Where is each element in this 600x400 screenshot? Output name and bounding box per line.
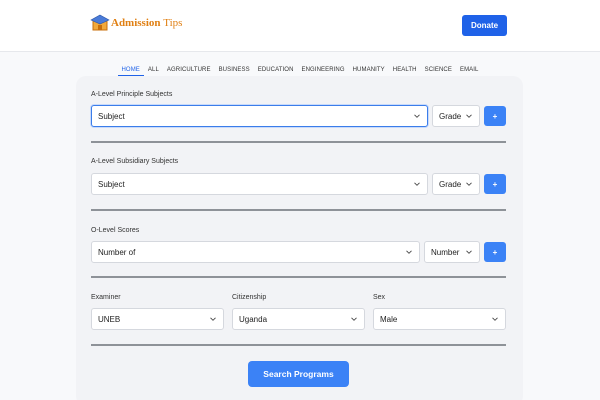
- section-divider: [91, 344, 506, 346]
- brand-name-part2: Tips: [163, 17, 183, 29]
- citizenship-value: Uganda: [239, 314, 268, 324]
- brand-logo[interactable]: Admission Tips: [90, 14, 182, 32]
- sex-label: Sex: [373, 294, 386, 301]
- nav-education[interactable]: EDUCATION: [254, 66, 298, 76]
- nav-science[interactable]: SCIENCE: [421, 66, 456, 76]
- graduation-cap-icon: [90, 14, 110, 31]
- site-header: Admission Tips Donate: [0, 0, 600, 52]
- nav-engineering[interactable]: ENGINEERING: [298, 66, 349, 76]
- donate-button[interactable]: Donate: [462, 15, 507, 36]
- add-subsidiary-subject-button[interactable]: +: [484, 174, 506, 194]
- chevron-down-icon: [351, 317, 357, 321]
- olevel-number-value: Number: [431, 247, 460, 257]
- section-divider: [91, 209, 506, 211]
- citizenship-select[interactable]: Uganda: [232, 308, 365, 330]
- principal-subjects-label: A-Level Principle Subjects: [91, 91, 173, 98]
- principal-grade-select[interactable]: Grade: [432, 105, 480, 127]
- brand-name-part1: Admission: [111, 17, 161, 29]
- chevron-down-icon: [414, 114, 420, 118]
- search-programs-button[interactable]: Search Programs: [248, 361, 349, 387]
- olevel-subject-value: Number of: [98, 247, 136, 257]
- principal-grade-value: Grade: [439, 111, 462, 121]
- chevron-down-icon: [466, 250, 472, 254]
- nav-health[interactable]: HEALTH: [389, 66, 421, 76]
- subsidiary-grade-value: Grade: [439, 179, 462, 189]
- nav-business[interactable]: BUSINESS: [215, 66, 254, 76]
- olevel-scores-label: O-Level Scores: [91, 227, 140, 234]
- nav-home[interactable]: HOME: [117, 66, 144, 76]
- examiner-select[interactable]: UNEB: [91, 308, 224, 330]
- add-principal-subject-button[interactable]: +: [484, 106, 506, 126]
- nav-all[interactable]: ALL: [144, 66, 163, 76]
- olevel-subject-select[interactable]: Number of: [91, 241, 420, 263]
- chevron-down-icon: [414, 182, 420, 186]
- subsidiary-subjects-label: A-Level Subsidiary Subjects: [91, 158, 179, 165]
- examiner-label: Examiner: [91, 294, 121, 301]
- chevron-down-icon: [466, 114, 472, 118]
- chevron-down-icon: [492, 317, 498, 321]
- nav-agriculture[interactable]: AGRICULTURE: [163, 66, 215, 76]
- principal-subject-value: Subject: [98, 111, 125, 121]
- sex-value: Male: [380, 314, 398, 324]
- subsidiary-subject-value: Subject: [98, 179, 125, 189]
- chevron-down-icon: [210, 317, 216, 321]
- brand-name: Admission Tips: [111, 17, 182, 29]
- section-divider: [91, 276, 506, 278]
- nav-email[interactable]: EMAIL: [456, 66, 483, 76]
- subsidiary-grade-select[interactable]: Grade: [432, 173, 480, 195]
- olevel-number-select[interactable]: Number: [424, 241, 480, 263]
- category-nav: HOME ALL AGRICULTURE BUSINESS EDUCATION …: [0, 66, 600, 76]
- chevron-down-icon: [406, 250, 412, 254]
- citizenship-label: Citizenship: [232, 294, 267, 301]
- examiner-value: UNEB: [98, 314, 121, 324]
- nav-humanity[interactable]: HUMANITY: [349, 66, 389, 76]
- sex-select[interactable]: Male: [373, 308, 506, 330]
- add-olevel-score-button[interactable]: +: [484, 242, 506, 262]
- section-divider: [91, 141, 506, 143]
- subsidiary-subject-select[interactable]: Subject: [91, 173, 428, 195]
- principal-subject-select[interactable]: Subject: [91, 105, 428, 127]
- chevron-down-icon: [466, 182, 472, 186]
